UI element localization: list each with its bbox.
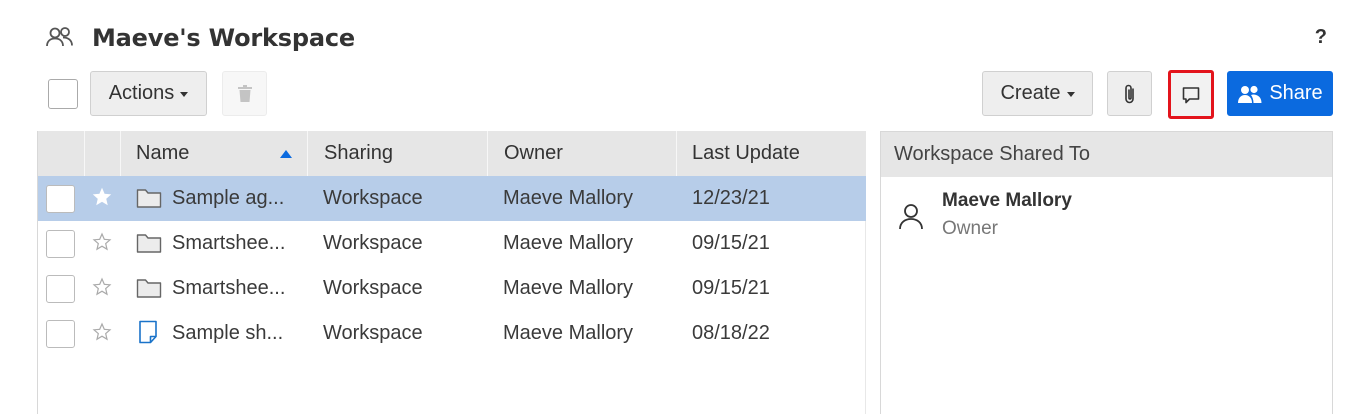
- table-row[interactable]: Smartshee... Workspace Maeve Mallory 09/…: [38, 266, 866, 311]
- row-name[interactable]: Smartshee...: [172, 221, 285, 266]
- caret-down-icon: [180, 92, 189, 97]
- select-all-checkbox[interactable]: [48, 79, 78, 109]
- caret-down-icon: [1066, 92, 1075, 97]
- sheet-icon: [139, 320, 157, 344]
- help-button[interactable]: ?: [1315, 26, 1327, 49]
- row-name[interactable]: Sample ag...: [172, 176, 284, 221]
- row-last-update: 08/18/22: [692, 322, 770, 344]
- column-header-name[interactable]: Name: [121, 131, 308, 176]
- actions-button[interactable]: Actions: [90, 71, 207, 116]
- sort-ascending-icon: [280, 150, 292, 158]
- folder-icon: [136, 189, 162, 208]
- favorite-star-icon[interactable]: [92, 277, 112, 297]
- row-owner: Maeve Mallory: [503, 232, 634, 254]
- column-last-update-label: Last Update: [692, 142, 800, 164]
- row-checkbox[interactable]: [46, 185, 75, 213]
- create-button[interactable]: Create: [982, 71, 1093, 116]
- column-name-label: Name: [136, 142, 190, 164]
- page-title: Maeve's Workspace: [92, 24, 355, 52]
- panel-title: Workspace Shared To: [881, 132, 1332, 177]
- row-owner: Maeve Mallory: [503, 187, 634, 209]
- row-owner: Maeve Mallory: [503, 322, 634, 344]
- attachments-button[interactable]: [1107, 71, 1152, 116]
- row-name[interactable]: Smartshee...: [172, 266, 285, 311]
- share-users-icon: [1238, 85, 1262, 103]
- column-header-sharing[interactable]: Sharing: [308, 131, 488, 176]
- header-favorite-column: [85, 131, 121, 176]
- row-sharing: Workspace: [323, 322, 423, 344]
- folder-icon: [136, 279, 162, 298]
- table-row[interactable]: Sample ag... Workspace Maeve Mallory 12/…: [38, 176, 866, 221]
- favorite-star-icon[interactable]: [92, 232, 112, 252]
- column-sharing-label: Sharing: [324, 142, 393, 164]
- actions-label: Actions: [108, 82, 175, 104]
- row-last-update: 09/15/21: [692, 232, 770, 254]
- folder-icon: [136, 234, 162, 253]
- row-checkbox[interactable]: [46, 320, 75, 348]
- member-role: Owner: [942, 218, 998, 239]
- favorite-star-icon[interactable]: [92, 187, 112, 207]
- column-owner-label: Owner: [504, 142, 563, 164]
- row-last-update: 12/23/21: [692, 187, 770, 209]
- shared-to-panel: Workspace Shared To Maeve Mallory Owner: [880, 131, 1333, 414]
- share-button[interactable]: Share: [1227, 71, 1333, 116]
- row-last-update: 09/15/21: [692, 277, 770, 299]
- paperclip-icon: [1124, 84, 1134, 103]
- person-icon: [899, 204, 923, 230]
- conversations-button[interactable]: [1168, 70, 1214, 119]
- row-checkbox[interactable]: [46, 230, 75, 258]
- trash-icon: [237, 84, 252, 102]
- comment-icon: [1182, 86, 1200, 103]
- row-name[interactable]: Sample sh...: [172, 311, 283, 356]
- favorite-star-icon[interactable]: [92, 322, 112, 342]
- header-checkbox-column: [38, 131, 85, 176]
- column-header-last-update[interactable]: Last Update: [677, 131, 866, 176]
- share-label: Share: [1269, 82, 1323, 104]
- row-checkbox[interactable]: [46, 275, 75, 303]
- delete-button[interactable]: [222, 71, 267, 116]
- row-sharing: Workspace: [323, 187, 423, 209]
- row-sharing: Workspace: [323, 232, 423, 254]
- row-sharing: Workspace: [323, 277, 423, 299]
- column-header-owner[interactable]: Owner: [488, 131, 677, 176]
- create-label: Create: [1000, 82, 1061, 104]
- table-row[interactable]: Smartshee... Workspace Maeve Mallory 09/…: [38, 221, 866, 266]
- items-grid: Name Sharing Owner Last Update Sample ag…: [37, 131, 866, 414]
- row-owner: Maeve Mallory: [503, 277, 634, 299]
- member-name: Maeve Mallory: [942, 190, 1072, 211]
- workspace-users-icon: [46, 27, 73, 47]
- table-row[interactable]: Sample sh... Workspace Maeve Mallory 08/…: [38, 311, 866, 356]
- workspace-header: Maeve's Workspace: [44, 22, 355, 54]
- grid-header: Name Sharing Owner Last Update: [38, 131, 866, 176]
